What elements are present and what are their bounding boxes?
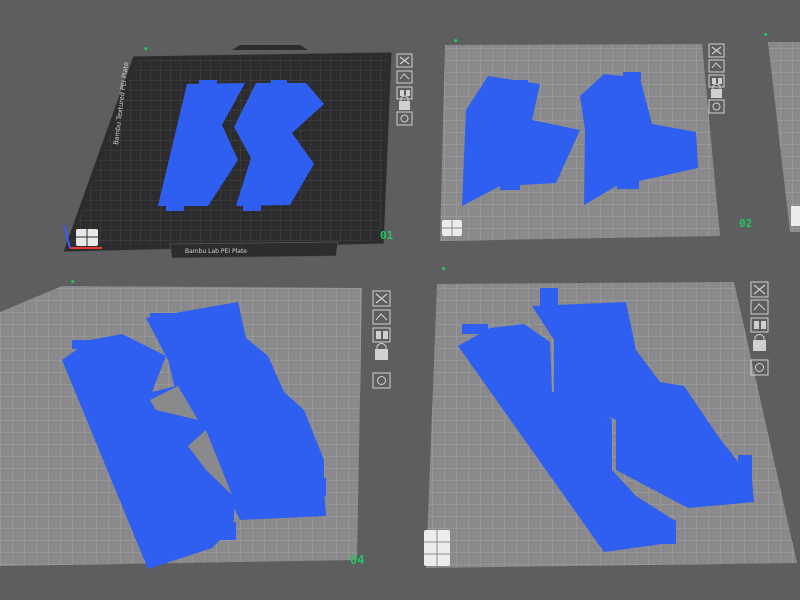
orient-icon[interactable] — [372, 309, 391, 325]
plate-4-toolbar — [372, 290, 391, 389]
orient-icon[interactable] — [750, 299, 769, 315]
lock-icon[interactable] — [753, 334, 766, 352]
plate-4-number: 04 — [350, 553, 364, 567]
part-joint — [214, 522, 236, 540]
part-joint — [72, 340, 92, 349]
part-joint — [150, 313, 174, 322]
gear-icon[interactable] — [372, 372, 391, 389]
part-joint — [166, 203, 184, 211]
part-joint — [199, 80, 217, 87]
plate-5-toolbar — [750, 281, 769, 376]
arrange-icon[interactable] — [372, 327, 391, 343]
lock-icon[interactable] — [375, 343, 388, 361]
plate-4[interactable]: 04 • — [0, 278, 364, 569]
close-icon[interactable] — [750, 281, 769, 298]
part-joint — [462, 324, 488, 334]
arrange-icon[interactable] — [708, 74, 725, 88]
part-joint — [510, 80, 528, 88]
plate-1-corner-icon — [76, 229, 98, 246]
arrange-icon[interactable] — [396, 86, 413, 100]
plate-1-number: 01 — [380, 229, 394, 242]
part-joint — [656, 520, 676, 544]
close-icon[interactable] — [708, 43, 725, 58]
part-joint — [310, 478, 326, 496]
plate-3-marker: • — [763, 31, 768, 41]
plate-2-number: 02 — [739, 217, 752, 230]
plate-2-marker: • — [453, 37, 458, 47]
plate-2[interactable]: 02 • — [440, 37, 752, 241]
orient-icon[interactable] — [396, 70, 413, 84]
plate-1-marker: • — [143, 45, 148, 55]
part-joint — [243, 203, 261, 211]
plate-4-marker: • — [70, 278, 75, 288]
part-joint — [271, 80, 287, 87]
plate-3[interactable]: • — [763, 31, 800, 232]
orient-icon[interactable] — [708, 59, 725, 73]
lock-icon[interactable] — [399, 95, 410, 110]
part-joint — [500, 182, 520, 190]
part-joint — [623, 72, 641, 80]
plate-3-corner-icon — [791, 206, 800, 226]
close-icon[interactable] — [372, 290, 391, 307]
plate-5-marker: • — [441, 265, 446, 275]
plate-5[interactable]: • — [424, 265, 797, 568]
gear-icon[interactable] — [708, 99, 725, 114]
arrange-icon[interactable] — [750, 317, 769, 333]
plate-2-toolbar — [708, 43, 725, 114]
plate-2-corner-icon — [442, 220, 462, 236]
gear-icon[interactable] — [396, 111, 413, 126]
part-joint — [738, 455, 752, 483]
plate-5-corner-icon — [424, 530, 450, 566]
close-icon[interactable] — [396, 53, 413, 68]
part-joint — [540, 288, 558, 306]
plate-1-toolbar — [396, 53, 413, 126]
plate-3-grid — [768, 42, 800, 232]
part-joint — [617, 181, 639, 189]
plate-1[interactable]: Bambu Lab PEI Plate Bambu Textured PEI P… — [62, 45, 394, 259]
plate-1-tab — [232, 45, 308, 50]
plate-1-bottom-label: Bambu Lab PEI Plate — [185, 248, 247, 255]
viewport-3d[interactable]: Bambu Lab PEI Plate Bambu Textured PEI P… — [0, 0, 800, 600]
lock-icon[interactable] — [711, 83, 722, 98]
